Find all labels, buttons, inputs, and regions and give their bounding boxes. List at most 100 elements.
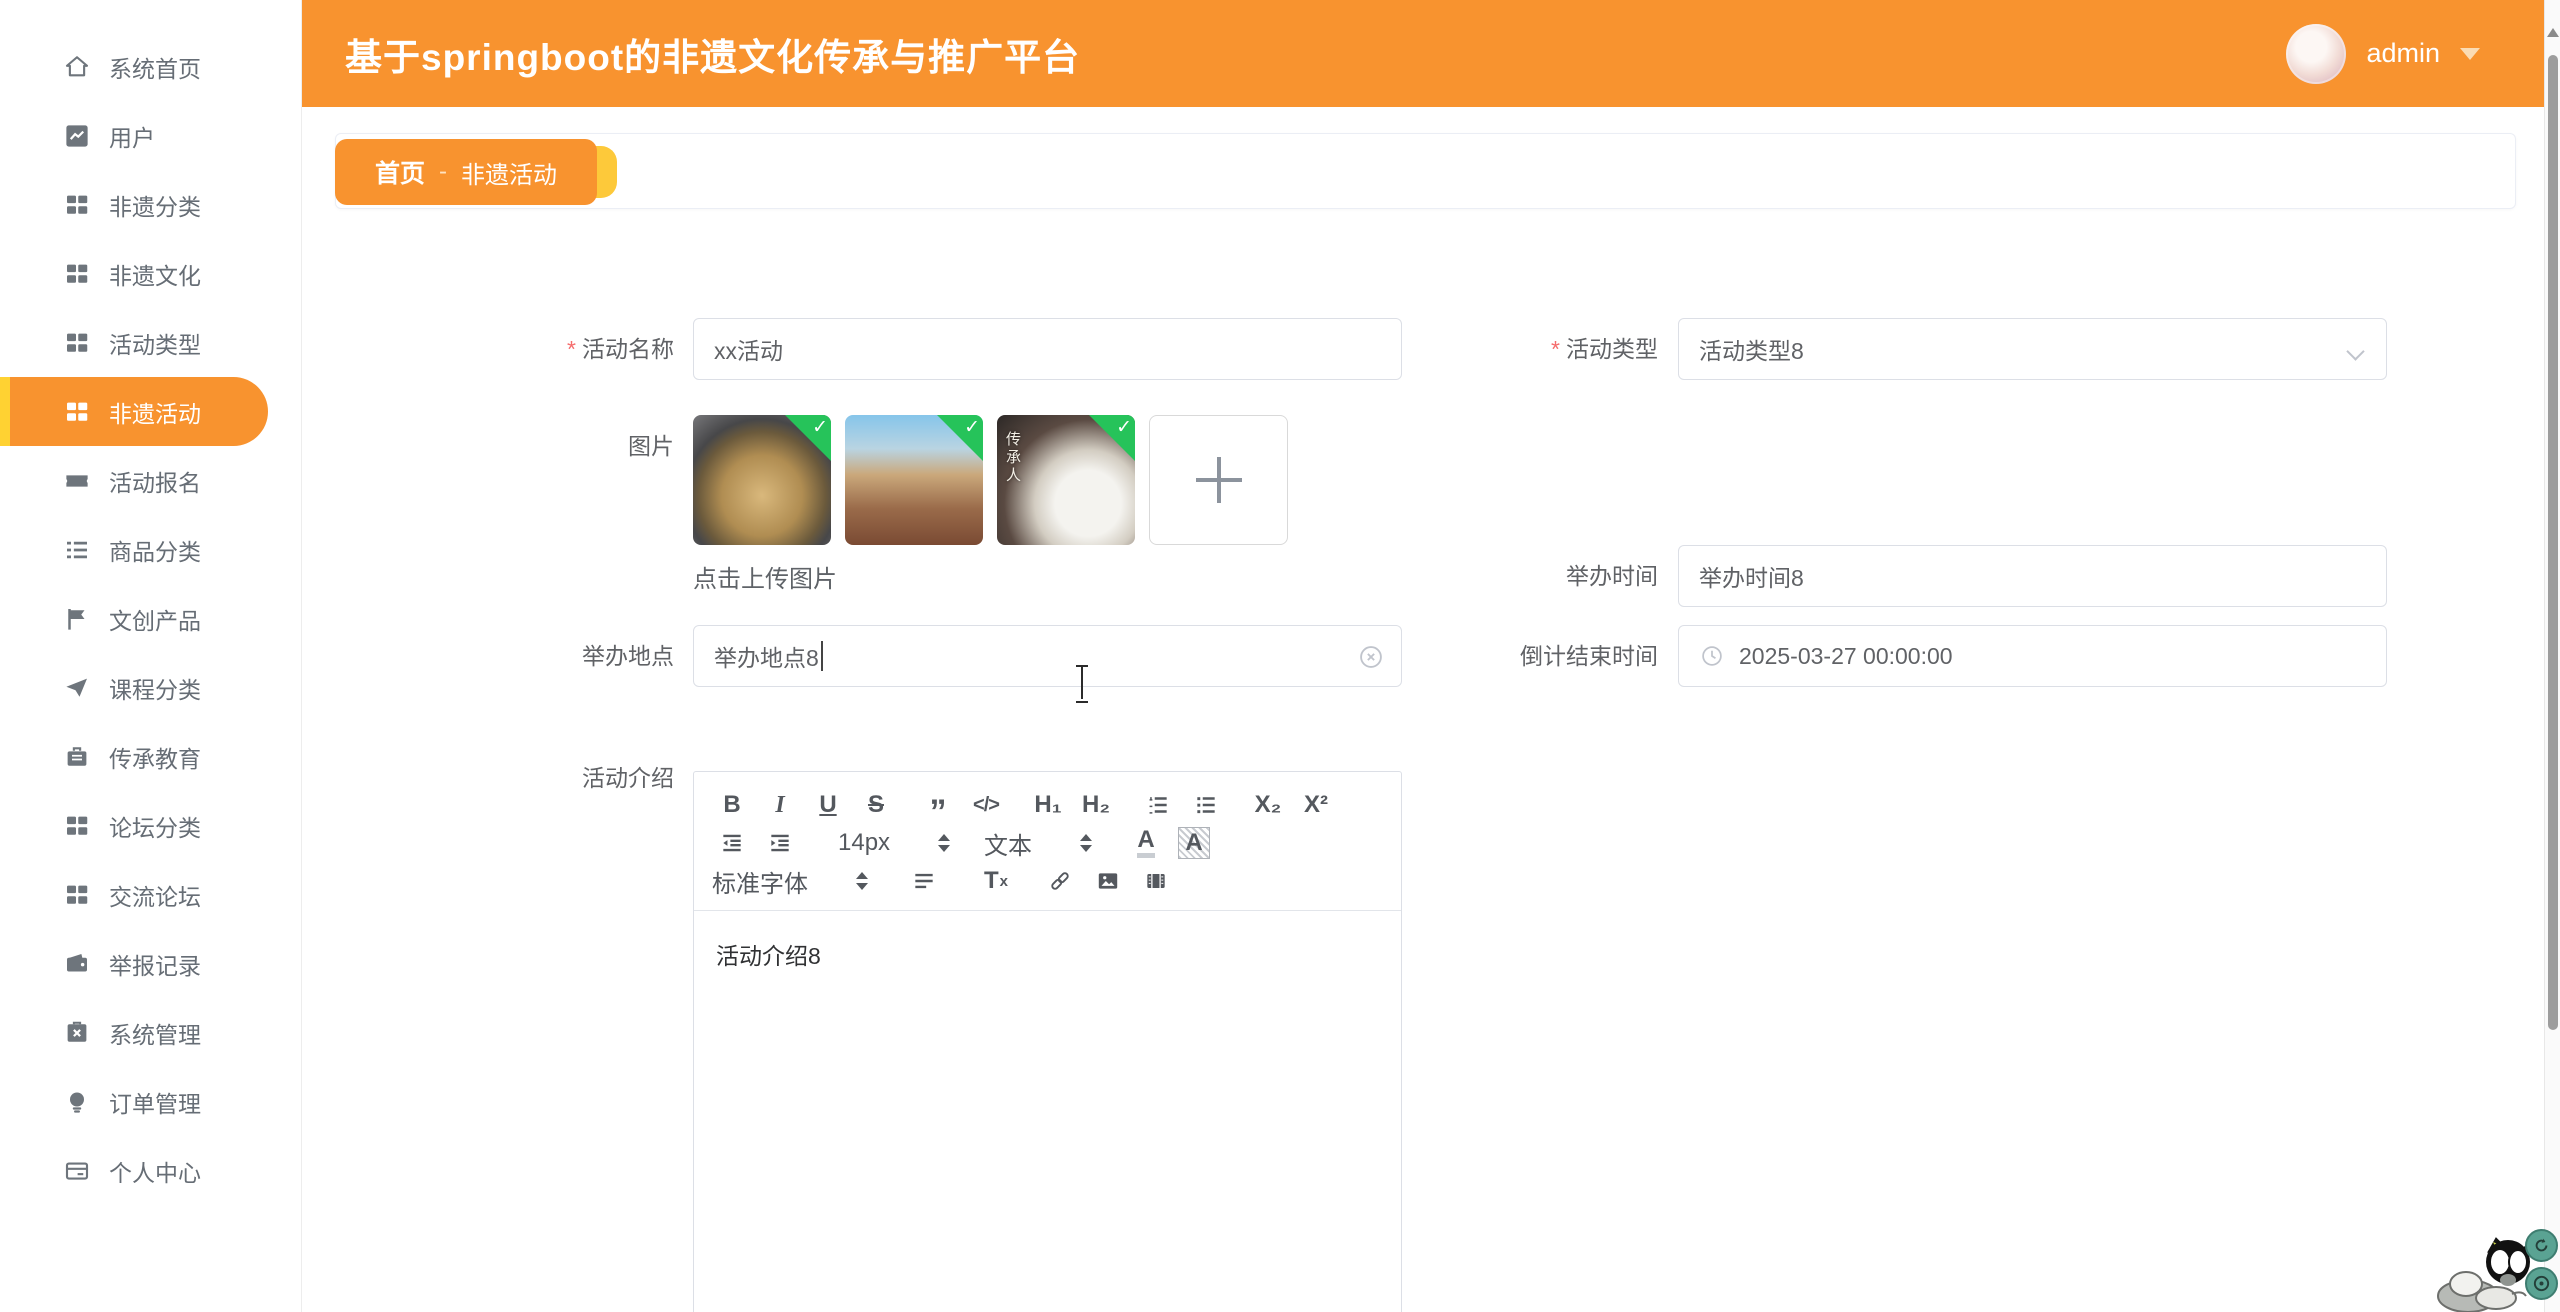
heading2-button[interactable]: H₂ bbox=[1076, 788, 1116, 822]
user-menu[interactable]: admin bbox=[2286, 0, 2480, 107]
font-size-select[interactable]: 14px bbox=[838, 826, 950, 860]
sidebar-item-users[interactable]: 用户 bbox=[0, 101, 301, 170]
activity-type-select[interactable]: 活动类型8 bbox=[1678, 318, 2387, 380]
hold-place-input[interactable]: 举办地点8 bbox=[693, 625, 1402, 687]
sidebar-item-label: 订单管理 bbox=[109, 1085, 201, 1119]
sidebar-item-heritage-education[interactable]: 传承教育 bbox=[0, 722, 301, 791]
sidebar-item-label: 文创产品 bbox=[109, 602, 201, 636]
scroll-up-arrow[interactable] bbox=[2547, 28, 2559, 37]
sidebar-item-order-management[interactable]: 订单管理 bbox=[0, 1067, 301, 1136]
sidebar-item-goods-category[interactable]: 商品分类 bbox=[0, 515, 301, 584]
spinner-icon bbox=[1080, 834, 1092, 852]
plus-icon bbox=[1196, 457, 1242, 503]
sidebar-item-label: 论坛分类 bbox=[109, 809, 201, 843]
grid-icon bbox=[62, 811, 92, 841]
subscript-button[interactable]: X₂ bbox=[1248, 788, 1288, 822]
heading1-button[interactable]: H₁ bbox=[1028, 788, 1068, 822]
line-height-button[interactable] bbox=[904, 864, 944, 898]
uploaded-image-workshop[interactable]: ✓ bbox=[845, 415, 983, 545]
clock-icon bbox=[1699, 643, 1725, 669]
highlight-color-button[interactable]: A bbox=[1174, 826, 1214, 860]
insert-video-button[interactable] bbox=[1136, 864, 1176, 898]
required-asterisk: * bbox=[1551, 336, 1560, 362]
image-overlay-text: 传承人 bbox=[1002, 431, 1023, 485]
breadcrumb-separator: - bbox=[439, 158, 447, 186]
briefcase-icon bbox=[62, 742, 92, 772]
insert-link-button[interactable] bbox=[1040, 864, 1080, 898]
list-icon bbox=[62, 535, 92, 565]
content-page: 首页 - 非遗活动 *活动名称 *活动类型 bbox=[302, 107, 2560, 1312]
hold-time-input[interactable] bbox=[1678, 545, 2387, 607]
italic-button[interactable]: I bbox=[760, 788, 800, 822]
activity-type-label: *活动类型 bbox=[1402, 318, 1658, 380]
unordered-list-icon bbox=[1193, 792, 1219, 818]
sidebar-item-course-category[interactable]: 课程分类 bbox=[0, 653, 301, 722]
countdown-end-input[interactable]: 2025-03-27 00:00:00 bbox=[1678, 625, 2387, 687]
blockquote-button[interactable]: ” bbox=[918, 788, 958, 822]
sidebar-item-heritage-culture[interactable]: 非遗文化 bbox=[0, 239, 301, 308]
ordered-list-button[interactable] bbox=[1138, 788, 1178, 822]
grid-icon bbox=[62, 880, 92, 910]
clear-format-button[interactable]: Tx bbox=[976, 864, 1016, 898]
check-icon: ✓ bbox=[1116, 416, 1132, 439]
images-label: 图片 bbox=[302, 415, 674, 477]
uploaded-image-basket[interactable]: ✓ bbox=[693, 415, 831, 545]
sidebar-item-heritage-activity[interactable]: 非遗活动 bbox=[0, 377, 268, 446]
sidebar-item-system-home[interactable]: 系统首页 bbox=[0, 32, 301, 101]
grid-icon bbox=[62, 259, 92, 289]
refresh-fab-button[interactable] bbox=[2525, 1229, 2558, 1262]
intro-label: 活动介绍 bbox=[302, 747, 674, 809]
sidebar-item-forum-category[interactable]: 论坛分类 bbox=[0, 791, 301, 860]
insert-image-button[interactable] bbox=[1088, 864, 1128, 898]
strikethrough-button[interactable]: S bbox=[856, 788, 896, 822]
activity-name-input[interactable] bbox=[693, 318, 1402, 380]
font-color-button[interactable]: A bbox=[1126, 826, 1166, 860]
clear-input-icon[interactable] bbox=[1357, 643, 1385, 671]
superscript-button[interactable]: X² bbox=[1296, 788, 1336, 822]
sidebar-item-label: 系统首页 bbox=[109, 50, 201, 84]
top-header: 基于springboot的非遗文化传承与推广平台 admin bbox=[302, 0, 2560, 107]
page-title: 基于springboot的非遗文化传承与推广平台 bbox=[345, 27, 1080, 81]
sidebar-item-label: 传承教育 bbox=[109, 740, 201, 774]
bold-button[interactable]: B bbox=[712, 788, 752, 822]
sidebar-item-heritage-category[interactable]: 非遗分类 bbox=[0, 170, 301, 239]
view-fab-button[interactable] bbox=[2525, 1267, 2558, 1300]
sidebar-item-label: 非遗分类 bbox=[109, 188, 201, 222]
sidebar-item-cultural-products[interactable]: 文创产品 bbox=[0, 584, 301, 653]
sidebar-item-label: 商品分类 bbox=[109, 533, 201, 567]
home-icon bbox=[62, 52, 92, 82]
sidebar-item-report-records[interactable]: 举报记录 bbox=[0, 929, 301, 998]
outdent-button[interactable] bbox=[712, 826, 752, 860]
sidebar-item-system-management[interactable]: 系统管理 bbox=[0, 998, 301, 1067]
uploaded-image-craftsman[interactable]: 传承人 ✓ bbox=[997, 415, 1135, 545]
countdown-end-value: 2025-03-27 00:00:00 bbox=[1739, 643, 1953, 670]
hold-place-label: 举办地点 bbox=[302, 625, 674, 687]
unordered-list-button[interactable] bbox=[1186, 788, 1226, 822]
ticket-icon bbox=[62, 466, 92, 496]
chevron-down-icon bbox=[2460, 48, 2480, 60]
sidebar-item-label: 非遗活动 bbox=[109, 395, 201, 429]
underline-button[interactable]: U bbox=[808, 788, 848, 822]
sidebar-item-personal-center[interactable]: 个人中心 bbox=[0, 1136, 301, 1205]
refresh-icon bbox=[2531, 1235, 2552, 1256]
grid-icon bbox=[62, 190, 92, 220]
format-select[interactable]: 文本 bbox=[984, 826, 1092, 860]
breadcrumb-home-link[interactable]: 首页 bbox=[375, 154, 425, 190]
activity-name-label: *活动名称 bbox=[302, 318, 674, 380]
sidebar-item-activity-signup[interactable]: 活动报名 bbox=[0, 446, 301, 515]
editor-content[interactable]: 活动介绍8 bbox=[694, 911, 1401, 997]
bulb-icon bbox=[62, 1087, 92, 1117]
spinner-icon bbox=[938, 834, 950, 852]
indent-button[interactable] bbox=[760, 826, 800, 860]
upload-image-button[interactable] bbox=[1149, 415, 1288, 545]
font-family-select[interactable]: 标准字体 bbox=[712, 864, 868, 898]
eye-icon bbox=[2531, 1273, 2552, 1294]
avatar[interactable] bbox=[2286, 24, 2346, 84]
image-icon bbox=[1095, 868, 1121, 894]
code-button[interactable]: </> bbox=[966, 788, 1006, 822]
activity-type-value: 活动类型8 bbox=[1699, 332, 1804, 366]
sidebar-item-forum[interactable]: 交流论坛 bbox=[0, 860, 301, 929]
sidebar-item-activity-type[interactable]: 活动类型 bbox=[0, 308, 301, 377]
text-caret bbox=[821, 641, 823, 671]
scrollbar-thumb[interactable] bbox=[2548, 55, 2558, 1030]
